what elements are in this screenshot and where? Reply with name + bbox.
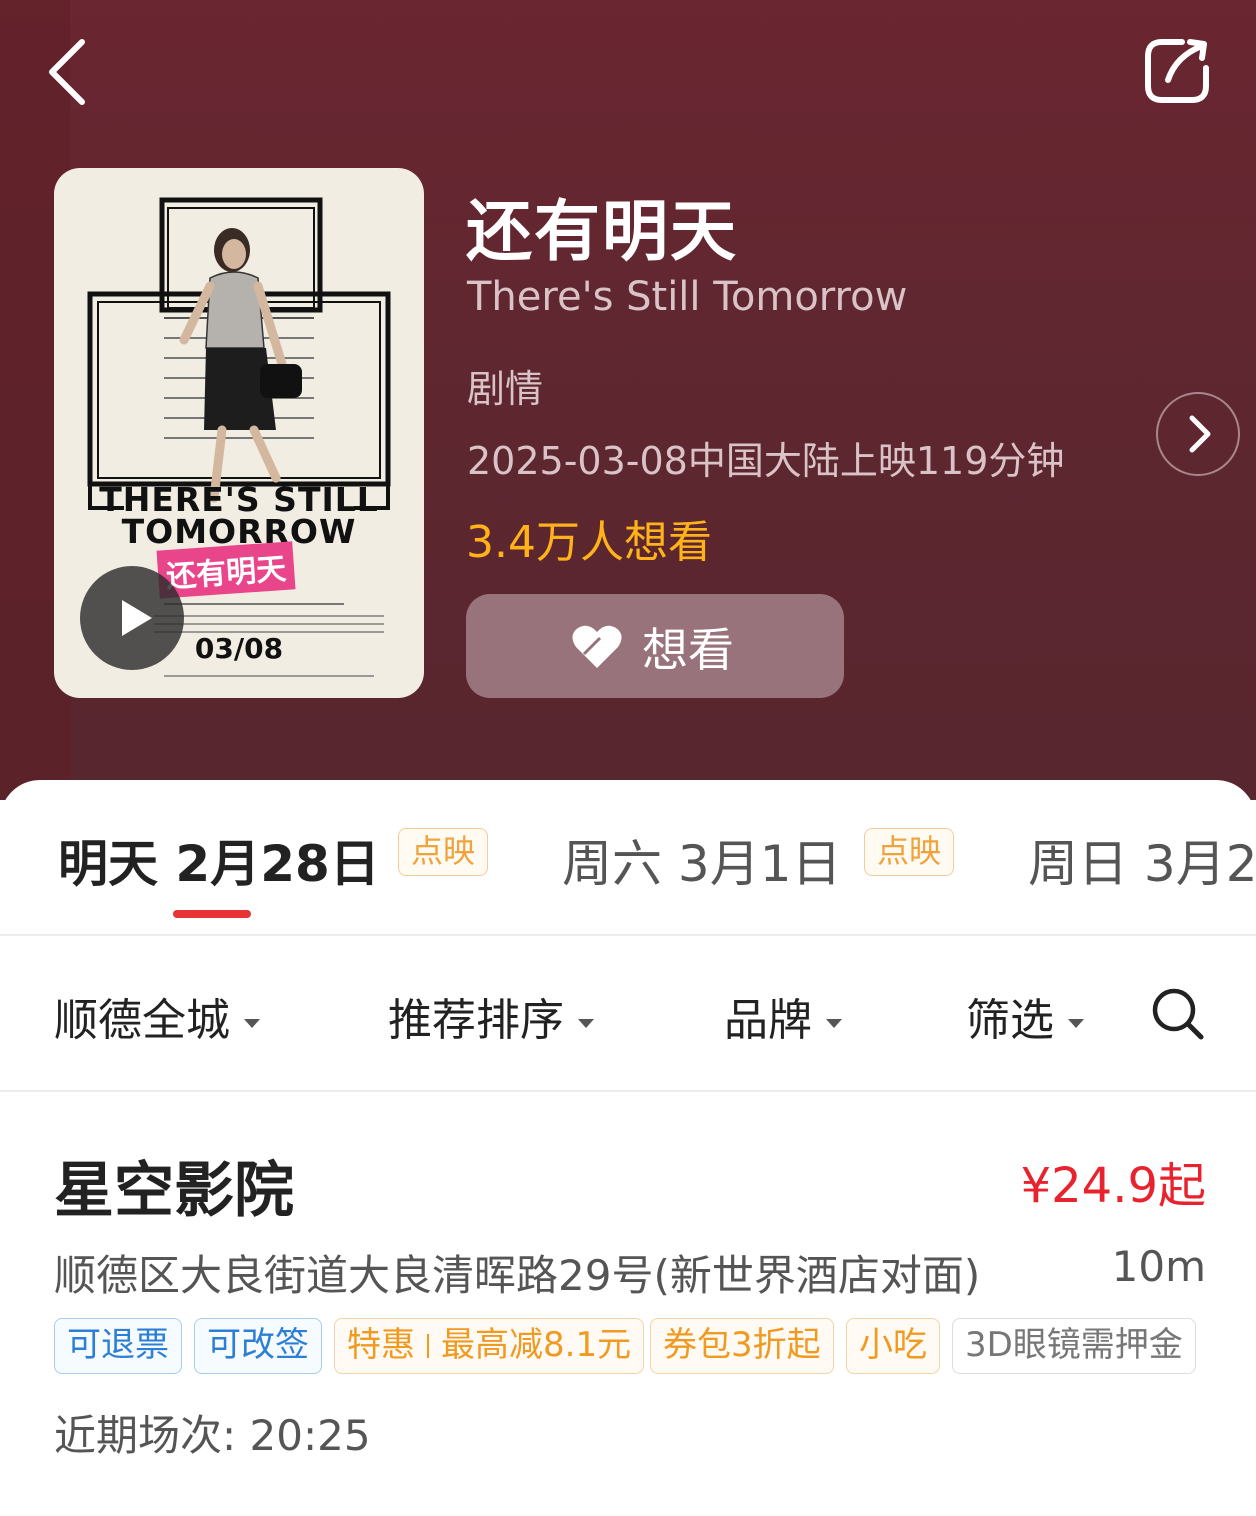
tag-discount-value: 最高减8.1元 [441, 1325, 632, 1365]
caret-down-icon [1068, 1018, 1084, 1028]
tag-discount: 特惠 最高减8.1元 [334, 1318, 645, 1374]
tag-refundable: 可退票 [54, 1318, 182, 1374]
active-tab-indicator [173, 910, 251, 918]
filter-brand-label: 品牌 [724, 995, 812, 1046]
movie-title-cn: 还有明天 [466, 193, 738, 270]
filter-more[interactable]: 筛选 [966, 984, 1084, 1048]
divider [0, 1090, 1256, 1092]
caret-down-icon [244, 1018, 260, 1028]
want-to-watch-button[interactable]: 想看 [466, 594, 844, 698]
share-button[interactable] [1140, 34, 1214, 108]
play-icon [122, 600, 152, 636]
filter-area-label: 顺德全城 [54, 995, 230, 1046]
trailer-play-button[interactable] [80, 566, 184, 670]
filter-brand[interactable]: 品牌 [724, 984, 842, 1048]
filter-area[interactable]: 顺德全城 [54, 984, 260, 1048]
tab-date-1-badge: 点映 [864, 828, 955, 876]
heart-icon [572, 625, 622, 668]
movie-title-en: There's Still Tomorrow [467, 274, 908, 320]
cinema-address: 顺德区大良街道大良清晖路29号(新世界酒店对面) [54, 1251, 981, 1300]
chevron-right-icon [1189, 415, 1211, 453]
filter-more-label: 筛选 [966, 995, 1054, 1046]
tab-date-2[interactable]: 周日 3月2 [1028, 824, 1256, 896]
recent-showtimes: 近期场次: 20:25 [54, 1411, 371, 1460]
movie-detail-button[interactable] [1156, 392, 1240, 476]
tab-date-0-badge: 点映 [398, 828, 489, 876]
cinema-price: ¥24.9起 [1020, 1158, 1206, 1214]
tag-reschedulable: 可改签 [194, 1318, 322, 1374]
movie-release-info: 2025-03-08中国大陆上映119分钟 [467, 439, 1065, 483]
date-tabs: 明天 2月28日 点映 周六 3月1日 点映 周日 3月2 [0, 780, 1256, 934]
search-icon [1152, 988, 1204, 1040]
tag-discount-label: 特惠 [347, 1325, 415, 1365]
movie-header: THERE'S STILL TOMORROW 还有明天 03/08 还有明天 T… [0, 0, 1256, 800]
tag-snacks: 小吃 [846, 1318, 940, 1374]
share-icon [1145, 39, 1209, 103]
want-count: 3.4万人想看 [466, 517, 712, 568]
back-button[interactable] [40, 36, 100, 106]
caret-down-icon [826, 1018, 842, 1028]
tab-date-1[interactable]: 周六 3月1日 [562, 824, 842, 896]
filter-sort[interactable]: 推荐排序 [388, 984, 594, 1048]
cinema-distance: 10m [1111, 1242, 1206, 1291]
back-arrow-icon [49, 39, 85, 105]
tag-3d-glasses: 3D眼镜需押金 [952, 1318, 1196, 1374]
search-button[interactable] [1150, 986, 1206, 1042]
filter-sort-label: 推荐排序 [388, 995, 564, 1046]
caret-down-icon [578, 1018, 594, 1028]
tab-date-0[interactable]: 明天 2月28日 [58, 824, 380, 896]
cinema-name: 星空影院 [54, 1156, 294, 1226]
tag-coupon: 券包3折起 [650, 1318, 834, 1374]
divider [0, 934, 1256, 936]
movie-genre: 剧情 [467, 367, 544, 411]
want-button-label: 想看 [642, 623, 734, 677]
tag-separator [427, 1334, 429, 1358]
